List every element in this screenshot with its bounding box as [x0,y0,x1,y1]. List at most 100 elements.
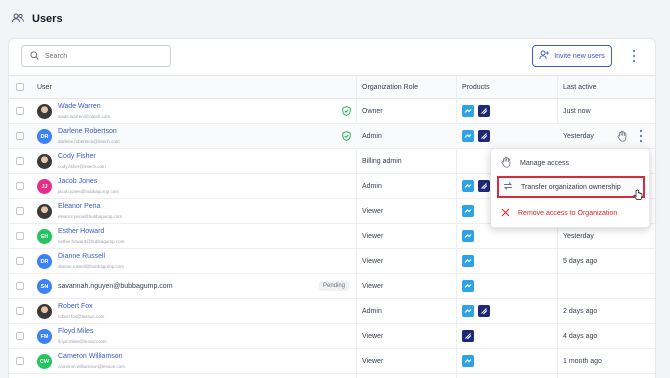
row-checkbox[interactable] [16,132,24,140]
transfer-icon [503,181,513,193]
row-checkbox[interactable] [16,232,24,240]
user-email: esther.howard@bubbagump.com [58,239,125,244]
user-name-link[interactable]: Floyd Miles [58,328,93,335]
table-row[interactable]: SN savannah.nguyen@bubbagump.com Pending Vi… [9,274,655,299]
user-name-link[interactable]: Robert Fox [58,303,93,310]
table-row[interactable]: Wade Warren wade.warren@intech.com Owner Ju… [9,99,655,124]
avatar: FM [37,329,52,344]
user-email: jacob.jones@bubbagump.com [58,189,119,194]
pending-badge: Pending [319,281,350,291]
search-input[interactable] [45,52,155,60]
user-email: dianne.russell@bubbagump.com [58,264,124,269]
user-email: robert.fox@lesson.com [58,314,105,319]
last-active: Just now [563,108,591,115]
organization-role[interactable]: Viewer [362,258,383,265]
avatar [37,304,52,319]
organization-role[interactable]: Admin [362,308,382,315]
table-row[interactable]: Robert Fox robert.fox@lesson.com Admin 2 da… [9,299,655,324]
product-b-icon [478,180,490,192]
product-b-icon [478,305,490,317]
search-icon [30,47,39,65]
user-name-link[interactable]: Dianne Russell [58,253,105,260]
transfer-ownership-menu-item[interactable]: Transfer organization ownership [497,176,645,198]
verified-shield-icon [342,131,351,143]
user-name-link[interactable]: Wade Warren [58,103,101,110]
column-header-user[interactable]: User [37,84,52,91]
organization-role[interactable]: Owner [362,108,383,115]
row-kebab-icon[interactable] [637,129,645,143]
remove-access-menu-item[interactable]: Remove access to Organization [497,202,645,224]
organization-role[interactable]: Admin [362,183,382,190]
last-active: 4 days ago [563,333,598,340]
product-a-icon [462,105,474,117]
table-row[interactable]: CW Cameron Williamson cameron.williamson@l… [9,349,655,374]
table-row[interactable]: DR Darlene Robertson darlene.robertson@int… [9,124,655,149]
row-checkbox[interactable] [16,282,24,290]
organization-role[interactable]: Viewer [362,208,383,215]
last-active: Yesterday [563,233,594,240]
organization-role[interactable]: Viewer [362,333,383,340]
avatar: JJ [37,179,52,194]
user-name-link[interactable]: Darlene Robertson [58,128,117,135]
row-context-menu: Manage access Transfer organization owne… [490,148,650,228]
row-checkbox[interactable] [16,107,24,115]
invite-users-button[interactable]: Invite new users [532,45,612,67]
row-actions [612,129,648,143]
table-row[interactable]: DR Dianne Russell dianne.russell@bubbagump… [9,249,655,274]
avatar: SN [37,279,52,294]
hand-icon[interactable] [617,129,628,147]
user-email: savannah.nguyen@bubbagump.com [58,283,173,290]
product-b-icon [478,130,490,142]
row-checkbox[interactable] [16,257,24,265]
user-email: wade.warren@intech.com [58,114,111,119]
user-name-link[interactable]: Jacob Jones [58,178,97,185]
organization-role[interactable]: Viewer [362,283,383,290]
organization-role[interactable]: Admin [362,133,382,140]
table-row[interactable]: FM Floyd Miles floyd.miles@lesson.com Viewe… [9,324,655,349]
last-active: 5 days ago [563,258,598,265]
select-all-checkbox[interactable] [16,83,24,91]
page-header: Users [12,10,63,28]
transfer-ownership-label: Transfer organization ownership [521,183,621,191]
organization-role[interactable]: Billing admin [362,158,402,165]
product-a-icon [462,255,474,267]
user-name-link[interactable]: Eleanor Pena [58,203,100,210]
avatar: DR [37,254,52,269]
column-header-products[interactable]: Products [462,84,490,91]
user-email: darlene.robertson@intech.com [58,139,120,144]
search-box[interactable] [21,45,171,67]
organization-role[interactable]: Viewer [362,358,383,365]
user-email: cody.fisher@intech.com [58,164,106,169]
user-name-link[interactable]: Cameron Williamson [58,353,123,360]
person-add-icon [539,50,550,62]
avatar: CW [37,354,52,369]
column-header-role[interactable]: Organization Role [362,84,418,91]
row-checkbox[interactable] [16,332,24,340]
users-icon [12,10,24,28]
row-checkbox[interactable] [16,207,24,215]
product-a-icon [462,230,474,242]
avatar [37,104,52,119]
table-header: User Organization Role Products Last act… [9,75,655,99]
page-title: Users [32,13,63,25]
close-icon [501,208,510,219]
remove-access-label: Remove access to Organization [518,209,618,217]
last-active: Yesterday [563,133,594,140]
organization-role[interactable]: Viewer [362,233,383,240]
column-header-last-active[interactable]: Last active [563,84,596,91]
product-a-icon [462,130,474,142]
row-checkbox[interactable] [16,182,24,190]
product-b-icon [462,330,474,342]
user-email: cameron.williamson@lesson.com [58,364,125,369]
avatar [37,204,52,219]
last-active: 2 days ago [563,308,598,315]
more-options-kebab-icon[interactable] [629,49,639,63]
user-email: floyd.miles@lesson.com [58,339,107,344]
product-a-icon [462,280,474,292]
manage-access-menu-item[interactable]: Manage access [497,152,645,174]
row-checkbox[interactable] [16,307,24,315]
row-checkbox[interactable] [16,357,24,365]
user-name-link[interactable]: Cody Fisher [58,153,96,160]
user-name-link[interactable]: Esther Howard [58,228,104,235]
row-checkbox[interactable] [16,157,24,165]
